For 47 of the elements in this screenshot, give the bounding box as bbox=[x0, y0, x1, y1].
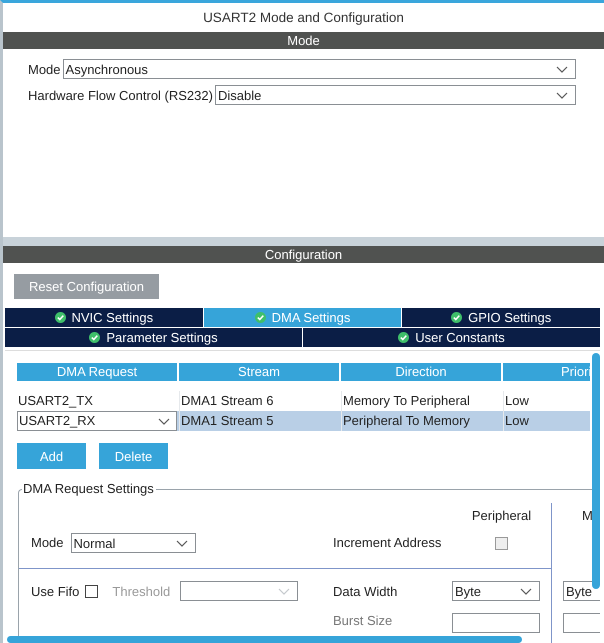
column-header: DMA Request bbox=[17, 363, 177, 381]
dropdown[interactable]: Disable bbox=[214, 85, 576, 105]
dropdown[interactable]: Byte bbox=[563, 581, 600, 601]
tab[interactable]: NVIC Settings bbox=[5, 308, 203, 327]
tab[interactable]: User Constants bbox=[303, 328, 600, 347]
dropdown[interactable]: Normal bbox=[70, 533, 196, 553]
chevron-down-icon bbox=[556, 66, 568, 72]
table-row[interactable]: USART2_RX DMA1 Stream 5 Peripheral To Memory Low bbox=[17, 411, 590, 431]
table-cell: DMA1 Stream 5 bbox=[179, 411, 339, 431]
request-dropdown[interactable]: USART2_RX bbox=[17, 411, 177, 431]
column-header: Peripheral bbox=[472, 508, 532, 522]
column-header: Direction bbox=[341, 363, 501, 381]
field-label: Burst Size bbox=[333, 613, 392, 628]
check-circle-icon bbox=[398, 332, 410, 343]
window-title: USART2 Mode and Configuration bbox=[202, 9, 405, 27]
check-circle-icon bbox=[451, 312, 462, 323]
field-label: Threshold bbox=[112, 584, 170, 598]
checkbox[interactable] bbox=[495, 537, 508, 550]
chevron-down-icon bbox=[278, 588, 290, 594]
column-header: M bbox=[582, 508, 593, 522]
dropdown[interactable]: Byte bbox=[452, 581, 540, 601]
check-circle-icon bbox=[254, 312, 266, 323]
chevron-down-icon bbox=[176, 540, 188, 546]
field-label: Increment Address bbox=[333, 534, 442, 552]
dropdown[interactable]: Asynchronous bbox=[62, 59, 576, 79]
field-label: Mode bbox=[31, 534, 64, 552]
section-header: Configuration bbox=[3, 246, 604, 263]
chevron-down-icon bbox=[158, 418, 170, 424]
horizontal-scrollbar[interactable] bbox=[7, 636, 522, 643]
chevron-down-icon bbox=[556, 92, 568, 98]
check-circle-icon bbox=[54, 312, 66, 323]
field-label: Data Width bbox=[333, 584, 398, 598]
tab[interactable]: Parameter Settings bbox=[5, 328, 302, 347]
field-label: Mode bbox=[28, 62, 61, 76]
dropdown[interactable] bbox=[563, 613, 600, 633]
chevron-down-icon bbox=[520, 588, 532, 594]
table-cell: Peripheral To Memory bbox=[341, 411, 501, 431]
field-label: Hardware Flow Control (RS232) bbox=[28, 88, 213, 102]
tab[interactable]: GPIO Settings bbox=[402, 308, 600, 327]
field-label: Use Fifo bbox=[31, 584, 80, 598]
dropdown[interactable] bbox=[452, 613, 540, 633]
check-circle-icon bbox=[89, 332, 100, 343]
checkbox[interactable] bbox=[85, 584, 98, 598]
column-header: Stream bbox=[179, 363, 339, 381]
group-title: DMA Request Settings bbox=[22, 481, 156, 496]
vertical-scrollbar[interactable] bbox=[592, 353, 600, 589]
section-header: Mode bbox=[3, 32, 604, 49]
